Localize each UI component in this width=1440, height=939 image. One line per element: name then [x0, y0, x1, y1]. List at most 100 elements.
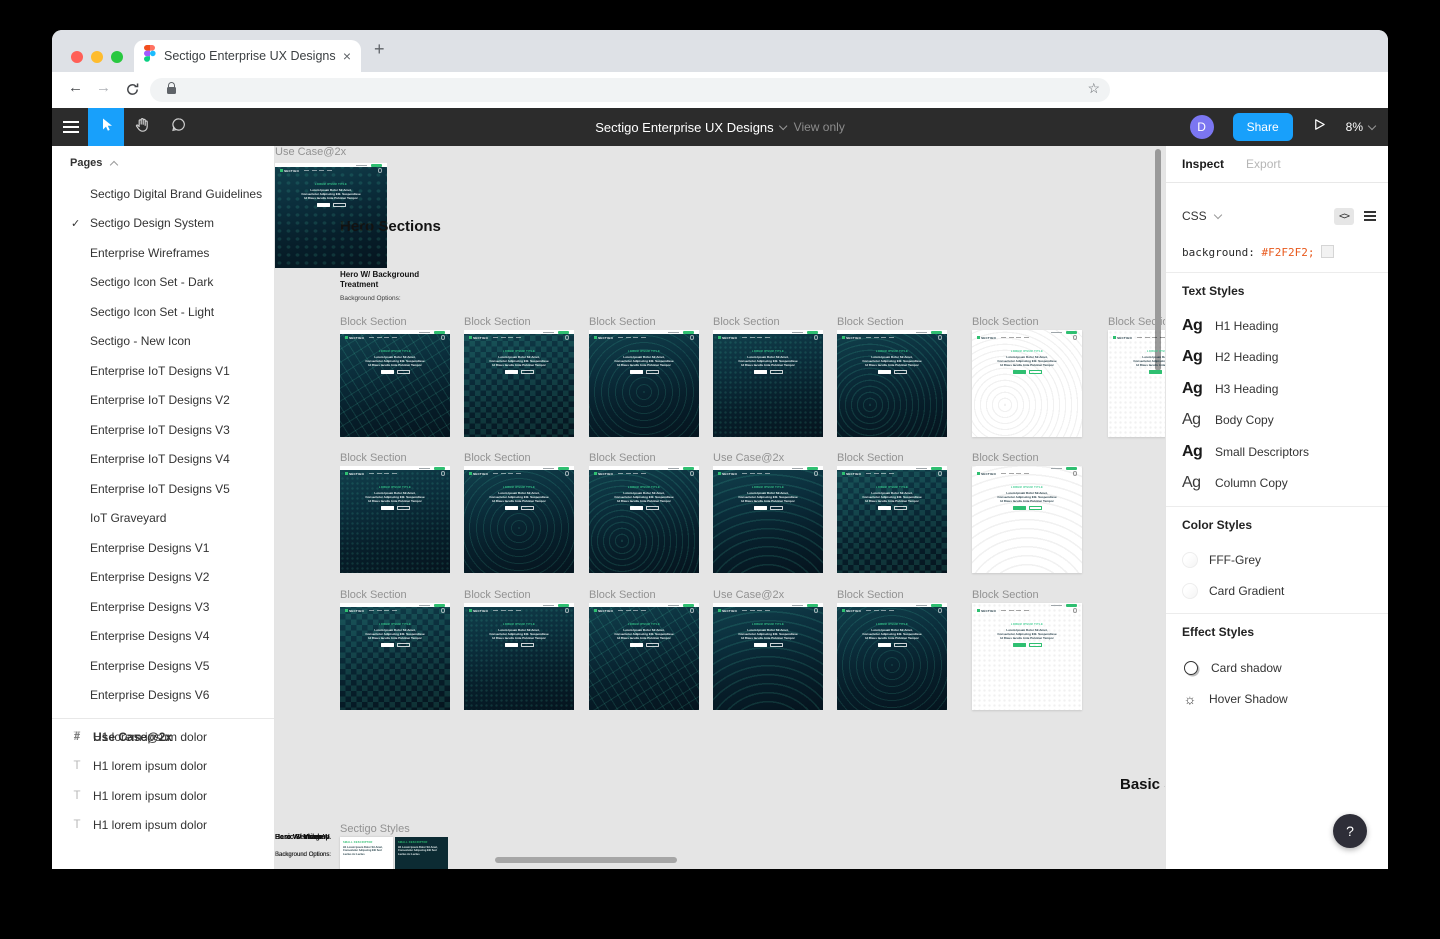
chevron-down-icon[interactable]: [1213, 211, 1221, 219]
sidebar-page-item[interactable]: ✓ Enterprise IoT Designs V1: [52, 356, 274, 386]
forward-icon[interactable]: →: [96, 79, 111, 96]
frame-thumbnail[interactable]: SECTIGO LOREM IPSUM TITLE Lorem Ipsum Do…: [972, 466, 1082, 573]
comment-tool-button[interactable]: [160, 108, 196, 146]
canvas-frame[interactable]: Use Case@2x SECTIGO LOREM IPSUM TITLE Lo…: [713, 452, 823, 573]
layer-item[interactable]: T H1 lorem ipsum dolor: [52, 811, 274, 841]
sidebar-page-item[interactable]: ✓ Enterprise Designs V2: [52, 563, 274, 593]
horizontal-scrollbar[interactable]: [495, 857, 677, 863]
canvas-frame[interactable]: Block Section SECTIGO LOREM IPSUM TITLE …: [972, 452, 1082, 464]
table-view-toggle[interactable]: [1364, 211, 1376, 221]
frame-label[interactable]: Use Case@2x: [275, 146, 385, 160]
hand-tool-button[interactable]: [124, 108, 160, 146]
canvas-frame[interactable]: Use Case@2x SECTIGO LOREM IPSUM TITLE Lo…: [713, 589, 823, 710]
present-button[interactable]: [1312, 117, 1327, 137]
new-tab-button[interactable]: +: [374, 39, 385, 60]
tab-export[interactable]: Export: [1246, 157, 1281, 171]
canvas-text-group[interactable]: Basic Section W. Background Options:: [275, 834, 415, 858]
canvas-frame[interactable]: Block Section SECTIGO LOREM IPSUM TITLE …: [972, 316, 1082, 328]
text-style-item[interactable]: Ag Body Copy: [1166, 405, 1388, 437]
close-window-button[interactable]: [71, 51, 83, 63]
frame-label[interactable]: Block Section: [340, 452, 450, 466]
layer-item[interactable]: T H1 lorem ipsum dolor: [52, 781, 274, 811]
frame-label[interactable]: Block Section: [972, 589, 1082, 603]
frame-thumbnail[interactable]: SECTIGO LOREM IPSUM TITLE Lorem Ipsum Do…: [464, 330, 574, 437]
frame-label[interactable]: Use Case@2x: [713, 452, 823, 466]
sidebar-page-item[interactable]: ✓ Enterprise Designs V3: [52, 592, 274, 622]
frame-thumbnail[interactable]: SECTIGO LOREM IPSUM TITLE Lorem Ipsum Do…: [464, 603, 574, 710]
design-canvas[interactable]: Use Case@2x SECTIGO LOREM IPSUM TITLE Lo…: [275, 146, 1165, 869]
frame-label[interactable]: Block Section: [713, 316, 823, 330]
frame-thumbnail[interactable]: SECTIGO LOREM IPSUM TITLE Lorem Ipsum Do…: [464, 466, 574, 573]
sidebar-page-item[interactable]: ✓ Enterprise Designs V1: [52, 533, 274, 563]
sidebar-page-item[interactable]: ✓ Enterprise IoT Designs V3: [52, 415, 274, 445]
frame-label[interactable]: Block Section: [464, 316, 574, 330]
sidebar-page-item[interactable]: ✓ Enterprise IoT Designs V4: [52, 445, 274, 475]
sidebar-page-item[interactable]: ✓ Enterprise Designs V4: [52, 622, 274, 652]
frame-thumbnail[interactable]: SECTIGO LOREM IPSUM TITLE Lorem Ipsum Do…: [972, 603, 1082, 710]
back-icon[interactable]: ←: [68, 79, 83, 96]
reload-icon[interactable]: [125, 82, 140, 101]
chevron-up-icon[interactable]: [110, 160, 118, 168]
frame-thumbnail[interactable]: SECTIGO LOREM IPSUM TITLE Lorem Ipsum Do…: [837, 330, 947, 437]
sidebar-page-item[interactable]: ✓ Enterprise Designs V6: [52, 681, 274, 711]
frame-label[interactable]: Block Section: [837, 589, 947, 603]
frame-label[interactable]: Block Section: [464, 452, 574, 466]
frame-thumbnail[interactable]: SECTIGO LOREM IPSUM TITLE Lorem Ipsum Do…: [340, 466, 450, 573]
frame-thumbnail[interactable]: SECTIGO LOREM IPSUM TITLE Lorem Ipsum Do…: [275, 163, 387, 268]
frame-thumbnail[interactable]: SECTIGO LOREM IPSUM TITLE Lorem Ipsum Do…: [589, 466, 699, 573]
text-style-item[interactable]: Ag H2 Heading: [1166, 342, 1388, 374]
frame-label[interactable]: Block Section: [464, 589, 574, 603]
color-style-item[interactable]: FFF-Grey: [1166, 544, 1388, 576]
canvas-frame[interactable]: Use Case@2x SECTIGO LOREM IPSUM TITLE Lo…: [275, 146, 385, 268]
move-tool-button[interactable]: [88, 108, 124, 146]
code-view-toggle[interactable]: <>: [1334, 208, 1354, 225]
frame-thumbnail[interactable]: SECTIGO LOREM IPSUM TITLE Lorem Ipsum Do…: [837, 603, 947, 710]
frame-label[interactable]: Block Section: [340, 316, 450, 330]
sidebar-page-item[interactable]: ✓ Sectigo Design System: [52, 209, 274, 239]
layer-item[interactable]: # Use Case@2x: [52, 722, 181, 752]
canvas-frame[interactable]: Block Section SECTIGO LOREM IPSUM TITLE …: [972, 589, 1082, 601]
frame-thumbnail[interactable]: SECTIGO LOREM IPSUM TITLE Lorem Ipsum Do…: [713, 603, 823, 710]
sidebar-page-item[interactable]: ✓ Sectigo Icon Set - Light: [52, 297, 274, 327]
effect-style-item[interactable]: ☼ Hover Shadow: [1166, 684, 1388, 716]
sidebar-page-item[interactable]: ✓ Enterprise Designs V5: [52, 651, 274, 681]
option-title[interactable]: Basic Section W.: [275, 834, 415, 841]
frame-thumbnail[interactable]: SECTIGO LOREM IPSUM TITLE Lorem Ipsum Do…: [340, 603, 450, 710]
canvas-frame[interactable]: Block Section SECTIGO LOREM IPSUM TITLE …: [340, 316, 450, 437]
sidebar-page-item[interactable]: ✓ IoT Graveyard: [52, 504, 274, 534]
canvas-frame[interactable]: Block Section SECTIGO LOREM IPSUM TITLE …: [589, 316, 699, 437]
canvas-frame[interactable]: Block Section SECTIGO LOREM IPSUM TITLE …: [589, 589, 699, 710]
canvas-frame[interactable]: Block Section SECTIGO LOREM IPSUM TITLE …: [837, 316, 947, 437]
pages-header[interactable]: Pages: [70, 157, 117, 169]
address-bar[interactable]: ☆: [150, 78, 1110, 102]
frame-thumbnail[interactable]: SECTIGO LOREM IPSUM TITLE Lorem Ipsum Do…: [340, 330, 450, 437]
canvas-frame[interactable]: Block Section SECTIGO LOREM IPSUM TITLE …: [837, 589, 947, 710]
frame-label[interactable]: Block Section: [837, 316, 947, 330]
color-swatch[interactable]: [1321, 245, 1334, 258]
sidebar-page-item[interactable]: ✓ Enterprise IoT Designs V5: [52, 474, 274, 504]
option-subtitle[interactable]: Background Options:: [275, 852, 415, 858]
frame-thumbnail[interactable]: SECTIGO LOREM IPSUM TITLE Lorem Ipsum Do…: [972, 330, 1082, 437]
text-style-item[interactable]: Ag Column Copy: [1166, 468, 1388, 500]
layer-item[interactable]: T H1 lorem ipsum dolor: [52, 752, 274, 782]
color-style-item[interactable]: Card Gradient: [1166, 576, 1388, 608]
bookmark-star-icon[interactable]: ☆: [1087, 80, 1100, 97]
frame-label[interactable]: Block Section: [972, 316, 1082, 330]
chevron-down-icon[interactable]: [779, 121, 787, 129]
frame-thumbnail[interactable]: SECTIGO LOREM IPSUM TITLE Lorem Ipsum Do…: [713, 330, 823, 437]
frame-label[interactable]: Block Section: [340, 589, 450, 603]
frame-label[interactable]: Block Section: [589, 589, 699, 603]
css-label[interactable]: CSS: [1182, 209, 1207, 223]
canvas-frame[interactable]: Block Section SECTIGO LOREM IPSUM TITLE …: [464, 589, 574, 710]
text-style-item[interactable]: Ag Small Descriptors: [1166, 436, 1388, 468]
maximize-window-button[interactable]: [111, 51, 123, 63]
browser-tab[interactable]: Sectigo Enterprise UX Designs ×: [134, 40, 361, 72]
background-options-label[interactable]: Background Options:: [340, 295, 401, 302]
frame-label[interactable]: Block Section: [972, 452, 1082, 466]
canvas-frame[interactable]: Block Section SECTIGO LOREM IPSUM TITLE …: [589, 452, 699, 573]
lock-icon[interactable]: [167, 87, 176, 94]
subsection-title[interactable]: Hero W/ Background Treatment: [340, 270, 420, 290]
canvas-frame[interactable]: Block Section SECTIGO LOREM IPSUM TITLE …: [464, 316, 574, 437]
frame-label[interactable]: Use Case@2x: [713, 589, 823, 603]
sidebar-page-item[interactable]: ✓ Enterprise IoT Designs V2: [52, 386, 274, 416]
